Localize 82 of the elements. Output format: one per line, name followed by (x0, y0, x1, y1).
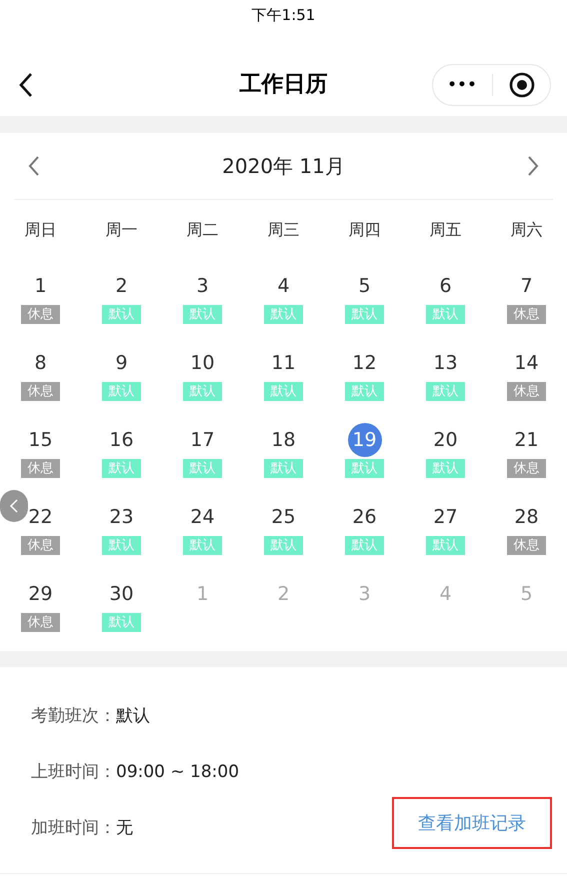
day-tag: 默认 (426, 459, 465, 478)
day-tag: 休息 (21, 459, 60, 478)
day-number[interactable]: 6 (438, 269, 453, 303)
day-number[interactable]: 26 (351, 500, 378, 534)
day-tag: 默认 (345, 459, 384, 478)
day-tag: 默认 (183, 382, 222, 401)
day-tag: 默认 (345, 382, 384, 401)
day-tag: 默认 (183, 536, 222, 555)
day-number[interactable]: 14 (513, 346, 540, 380)
detail-value: 默认 (116, 705, 150, 728)
day-number[interactable]: 29 (27, 577, 54, 611)
day-number[interactable]: 18 (270, 423, 297, 457)
chevron-left-icon (27, 155, 41, 177)
day-tag: 默认 (264, 536, 303, 555)
day-tag: 休息 (21, 305, 60, 324)
day-tag: 默认 (102, 305, 141, 324)
day-number[interactable]: 25 (270, 500, 297, 534)
day-tag: 休息 (21, 536, 60, 555)
day-number[interactable]: 10 (189, 346, 216, 380)
day-number[interactable]: 12 (351, 346, 378, 380)
detail-value: 09:00 ~ 18:00 (116, 761, 240, 784)
day-number[interactable]: 16 (108, 423, 135, 457)
day-tag: 默认 (426, 536, 465, 555)
day-tag: 默认 (264, 305, 303, 324)
chevron-left-icon (9, 498, 19, 514)
day-number[interactable]: 2 (114, 269, 129, 303)
day-tag: 默认 (183, 305, 222, 324)
day-number[interactable]: 11 (270, 346, 297, 380)
day-tag: 默认 (345, 536, 384, 555)
detail-value: 无 (116, 817, 133, 840)
day-number[interactable]: 23 (108, 500, 135, 534)
detail-label: 加班时间： (31, 817, 116, 840)
day-number[interactable]: 5 (357, 269, 372, 303)
day-tag: 默认 (102, 459, 141, 478)
day-tag: 默认 (264, 382, 303, 401)
day-tag: 默认 (264, 459, 303, 478)
day-number[interactable]: 1 (33, 269, 48, 303)
day-number[interactable]: 21 (513, 423, 540, 457)
day-number[interactable]: 17 (189, 423, 216, 457)
day-tag: 默认 (345, 305, 384, 324)
day-tag: 默认 (102, 382, 141, 401)
weekday-label: 周五 (430, 219, 462, 241)
day-tag: 休息 (507, 305, 546, 324)
day-tag: 默认 (426, 382, 465, 401)
day-number[interactable]: 8 (33, 346, 48, 380)
weekday-label: 周六 (510, 219, 542, 241)
detail-label: 上班时间： (31, 761, 116, 784)
weekday-label: 周二 (186, 219, 218, 241)
day-number[interactable]: 7 (519, 269, 534, 303)
weekday-label: 周四 (348, 219, 380, 241)
day-number[interactable]: 3 (195, 269, 210, 303)
month-label: 2020年 11月 (222, 153, 345, 180)
weekday-label: 周一 (106, 219, 138, 241)
chevron-right-icon (526, 155, 540, 177)
day-tag: 休息 (507, 536, 546, 555)
weekday-label: 周三 (268, 219, 300, 241)
day-number[interactable]: 20 (432, 423, 459, 457)
day-tag: 休息 (21, 382, 60, 401)
day-number[interactable]: 24 (189, 500, 216, 534)
day-number[interactable]: 15 (27, 423, 54, 457)
day-tag: 默认 (426, 305, 465, 324)
day-tag: 休息 (507, 459, 546, 478)
day-number[interactable]: 4 (276, 269, 291, 303)
day-number[interactable]: 27 (432, 500, 459, 534)
status-time: 下午1:51 (252, 4, 316, 26)
weekday-label: 周日 (24, 219, 56, 241)
day-tag: 休息 (507, 382, 546, 401)
day-number[interactable]: 13 (432, 346, 459, 380)
day-number[interactable]: 30 (108, 577, 135, 611)
day-tag: 默认 (183, 459, 222, 478)
more-button[interactable]: ••• (433, 65, 492, 105)
day-number[interactable]: 28 (513, 500, 540, 534)
day-number[interactable]: 19 (348, 423, 382, 457)
day-number[interactable]: 22 (27, 500, 54, 534)
day-tag: 默认 (102, 613, 141, 632)
day-tag: 默认 (102, 536, 141, 555)
day-number[interactable]: 9 (114, 346, 129, 380)
detail-label: 考勤班次： (31, 705, 116, 728)
day-tag: 休息 (21, 613, 60, 632)
target-icon (508, 72, 534, 98)
floating-back-button[interactable] (0, 490, 28, 522)
page-title: 工作日历 (240, 70, 328, 98)
